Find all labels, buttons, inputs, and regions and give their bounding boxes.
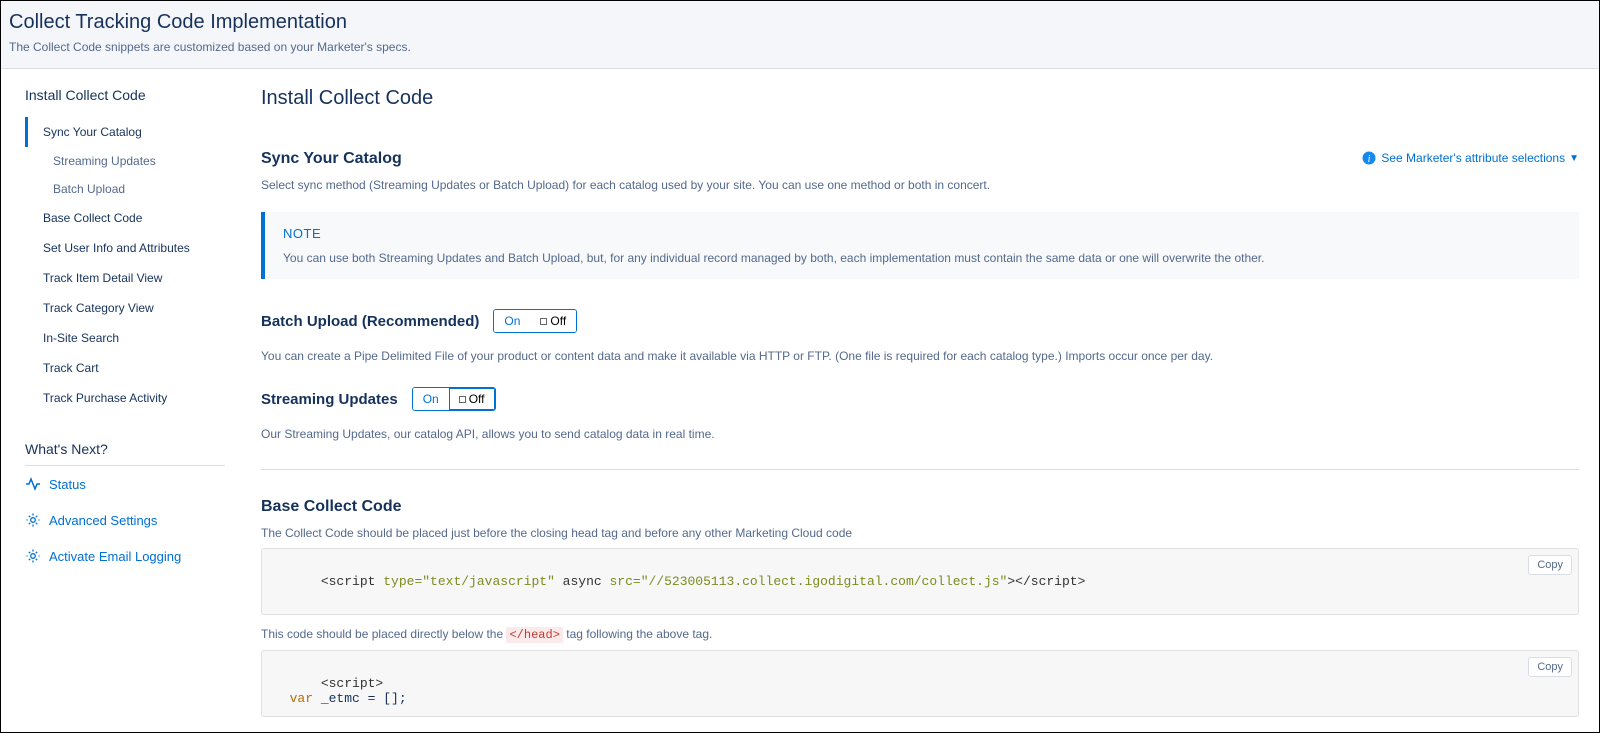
gear-icon xyxy=(25,548,41,564)
sidebar-item-streaming-updates[interactable]: Streaming Updates xyxy=(25,147,245,175)
batch-on-button[interactable]: On xyxy=(494,310,530,332)
main-title: Install Collect Code xyxy=(261,87,1579,110)
batch-toggle: On Off xyxy=(493,309,577,333)
chevron-down-icon: ▼ xyxy=(1569,153,1579,164)
batch-description: You can create a Pipe Delimited File of … xyxy=(261,349,1579,363)
sidebar-item-track-purchase[interactable]: Track Purchase Activity xyxy=(25,383,245,413)
copy-button[interactable]: Copy xyxy=(1528,555,1572,575)
copy-button[interactable]: Copy xyxy=(1528,657,1572,677)
sidebar-item-sync-catalog[interactable]: Sync Your Catalog xyxy=(25,117,245,147)
inline-code: </head> xyxy=(506,627,562,643)
streaming-heading: Streaming Updates xyxy=(261,391,398,408)
info-icon: i xyxy=(1361,150,1377,166)
streaming-toggle: On Off xyxy=(412,387,496,411)
divider xyxy=(261,469,1579,470)
sidebar-item-track-item-detail[interactable]: Track Item Detail View xyxy=(25,263,245,293)
batch-heading: Batch Upload (Recommended) xyxy=(261,313,479,330)
streaming-off-button[interactable]: Off xyxy=(449,388,495,410)
sync-description: Select sync method (Streaming Updates or… xyxy=(261,178,1579,192)
whats-next-advanced-settings[interactable]: Advanced Settings xyxy=(25,502,245,538)
base-desc-2: This code should be placed directly belo… xyxy=(261,627,1579,642)
note-title: NOTE xyxy=(283,226,1561,241)
main-content: Install Collect Code Sync Your Catalog i… xyxy=(251,69,1599,730)
page-header: Collect Tracking Code Implementation The… xyxy=(1,1,1599,69)
square-icon xyxy=(459,396,466,403)
sidebar-item-base-collect-code[interactable]: Base Collect Code xyxy=(25,203,245,233)
sidebar: Install Collect Code Sync Your Catalog S… xyxy=(1,69,251,730)
sidebar-item-track-category[interactable]: Track Category View xyxy=(25,293,245,323)
sidebar-item-in-site-search[interactable]: In-Site Search xyxy=(25,323,245,353)
base-desc-1: The Collect Code should be placed just b… xyxy=(261,526,1579,540)
batch-off-button[interactable]: Off xyxy=(530,310,576,332)
svg-text:i: i xyxy=(1368,154,1371,165)
square-icon xyxy=(540,318,547,325)
base-heading: Base Collect Code xyxy=(261,498,1579,516)
pulse-icon xyxy=(25,476,41,492)
sync-heading: Sync Your Catalog xyxy=(261,150,402,168)
whats-next-status[interactable]: Status xyxy=(25,466,245,502)
page-title: Collect Tracking Code Implementation xyxy=(9,11,1591,34)
streaming-description: Our Streaming Updates, our catalog API, … xyxy=(261,427,1579,441)
attribute-selections-link[interactable]: i See Marketer's attribute selections ▼ xyxy=(1361,150,1579,166)
page-subtitle: The Collect Code snippets are customized… xyxy=(9,40,1591,54)
whats-next-email-logging[interactable]: Activate Email Logging xyxy=(25,538,245,574)
whats-next-heading: What's Next? xyxy=(25,441,225,466)
code-block-2: Copy<script> var _etmc = []; xyxy=(261,650,1579,717)
streaming-on-button[interactable]: On xyxy=(413,388,449,410)
sidebar-item-batch-upload[interactable]: Batch Upload xyxy=(25,175,245,203)
code-block-1: Copy<script type="text/javascript" async… xyxy=(261,548,1579,615)
sidebar-section-title: Install Collect Code xyxy=(25,87,245,103)
note-box: NOTE You can use both Streaming Updates … xyxy=(261,212,1579,279)
gear-icon xyxy=(25,512,41,528)
sidebar-item-track-cart[interactable]: Track Cart xyxy=(25,353,245,383)
note-text: You can use both Streaming Updates and B… xyxy=(283,251,1561,265)
sidebar-item-set-user-info[interactable]: Set User Info and Attributes xyxy=(25,233,245,263)
